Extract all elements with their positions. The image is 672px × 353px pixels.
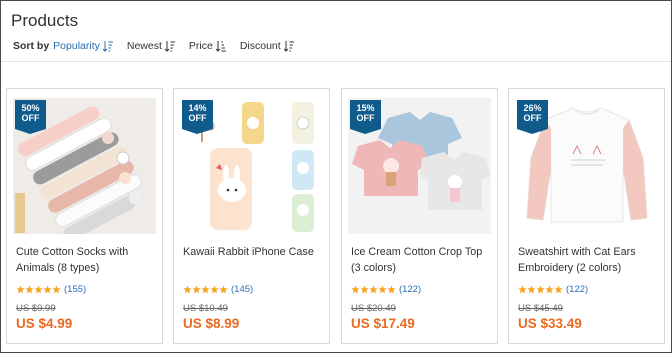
product-name[interactable]: Sweatshirt with Cat Ears Embroidery (2 c…: [518, 244, 660, 276]
product-name[interactable]: Cute Cotton Socks with Animals (8 types): [16, 244, 158, 276]
star-icon: [378, 285, 387, 294]
page-title: Products: [11, 11, 79, 30]
rating: (122): [518, 284, 588, 295]
star-icon: [210, 285, 219, 294]
sort-asc-icon: [215, 41, 226, 52]
review-count[interactable]: (122): [399, 284, 421, 295]
star-icon: [219, 285, 228, 294]
old-price: US $9.99: [16, 303, 56, 314]
discount-off: OFF: [523, 113, 542, 123]
star-icon: [518, 285, 527, 294]
sort-price-label: Price: [188, 40, 213, 52]
star-icon: [527, 285, 536, 294]
star-icon: [25, 285, 34, 294]
sort-discount-label: Discount: [239, 40, 281, 52]
phone-case-image[interactable]: 14% OFF: [180, 98, 323, 234]
review-count[interactable]: (122): [566, 284, 588, 295]
sort-popularity[interactable]: Popularity: [53, 40, 113, 52]
current-price: US $33.49: [518, 316, 582, 331]
sort-newest-label: Newest: [126, 40, 162, 52]
rating: (145): [183, 284, 253, 295]
discount-off: OFF: [188, 113, 207, 123]
sort-bar: Sort by Popularity Newest Price Discount: [13, 38, 308, 54]
product-card[interactable]: 50% OFF Cute Cotton Socks with Animals (…: [6, 88, 163, 344]
current-price: US $4.99: [16, 316, 73, 331]
stars: [16, 285, 61, 294]
discount-badge: 26% OFF: [517, 100, 548, 134]
sort-price[interactable]: Price: [189, 40, 226, 52]
discount-badge: 50% OFF: [15, 100, 46, 134]
product-card[interactable]: 26% OFF Sweatshirt with Cat Ears Embroide…: [508, 88, 665, 344]
crop-top-image[interactable]: 15% OFF: [348, 98, 491, 234]
product-name[interactable]: Kawaii Rabbit iPhone Case: [183, 244, 325, 260]
current-price: US $8.99: [183, 316, 240, 331]
product-name[interactable]: Ice Cream Cotton Crop Top (3 colors): [351, 244, 493, 276]
products-panel: Products Sort by Popularity Newest Price…: [0, 0, 672, 353]
discount-percent: 15%: [356, 103, 375, 113]
star-icon: [16, 285, 25, 294]
star-icon: [52, 285, 61, 294]
discount-badge: 15% OFF: [350, 100, 381, 134]
sort-desc-icon: [283, 41, 294, 52]
review-count[interactable]: (155): [64, 284, 86, 295]
star-icon: [369, 285, 378, 294]
discount-percent: 14%: [188, 103, 207, 113]
sort-popularity-label: Popularity: [53, 40, 100, 52]
star-icon: [554, 285, 563, 294]
rating: (155): [16, 284, 86, 295]
star-icon: [387, 285, 396, 294]
star-icon: [201, 285, 210, 294]
sort-discount[interactable]: Discount: [240, 40, 294, 52]
rating: (122): [351, 284, 421, 295]
star-icon: [536, 285, 545, 294]
star-icon: [351, 285, 360, 294]
socks-image[interactable]: 50% OFF: [13, 98, 156, 234]
star-icon: [545, 285, 554, 294]
old-price: US $10.49: [183, 303, 228, 314]
star-icon: [360, 285, 369, 294]
sort-newest[interactable]: Newest: [127, 40, 175, 52]
discount-off: OFF: [356, 113, 375, 123]
star-icon: [43, 285, 52, 294]
discount-badge: 14% OFF: [182, 100, 213, 134]
discount-off: OFF: [21, 113, 40, 123]
stars: [518, 285, 563, 294]
review-count[interactable]: (145): [231, 284, 253, 295]
sort-by-label: Sort by: [13, 40, 50, 52]
star-icon: [34, 285, 43, 294]
star-icon: [192, 285, 201, 294]
stars: [183, 285, 228, 294]
sweatshirt-image[interactable]: 26% OFF: [515, 98, 658, 234]
discount-percent: 50%: [21, 103, 40, 113]
old-price: US $45.49: [518, 303, 563, 314]
old-price: US $20.49: [351, 303, 396, 314]
discount-percent: 26%: [523, 103, 542, 113]
header-divider: [1, 61, 671, 62]
current-price: US $17.49: [351, 316, 415, 331]
product-card[interactable]: 14% OFF Kawaii Rabbit iPhone Case (145) …: [173, 88, 330, 344]
sort-desc-icon: [164, 41, 175, 52]
product-card[interactable]: 15% OFF Ice Cream Cotton Crop Top (3 colo…: [341, 88, 498, 344]
stars: [351, 285, 396, 294]
star-icon: [183, 285, 192, 294]
sort-desc-icon: [102, 41, 113, 52]
